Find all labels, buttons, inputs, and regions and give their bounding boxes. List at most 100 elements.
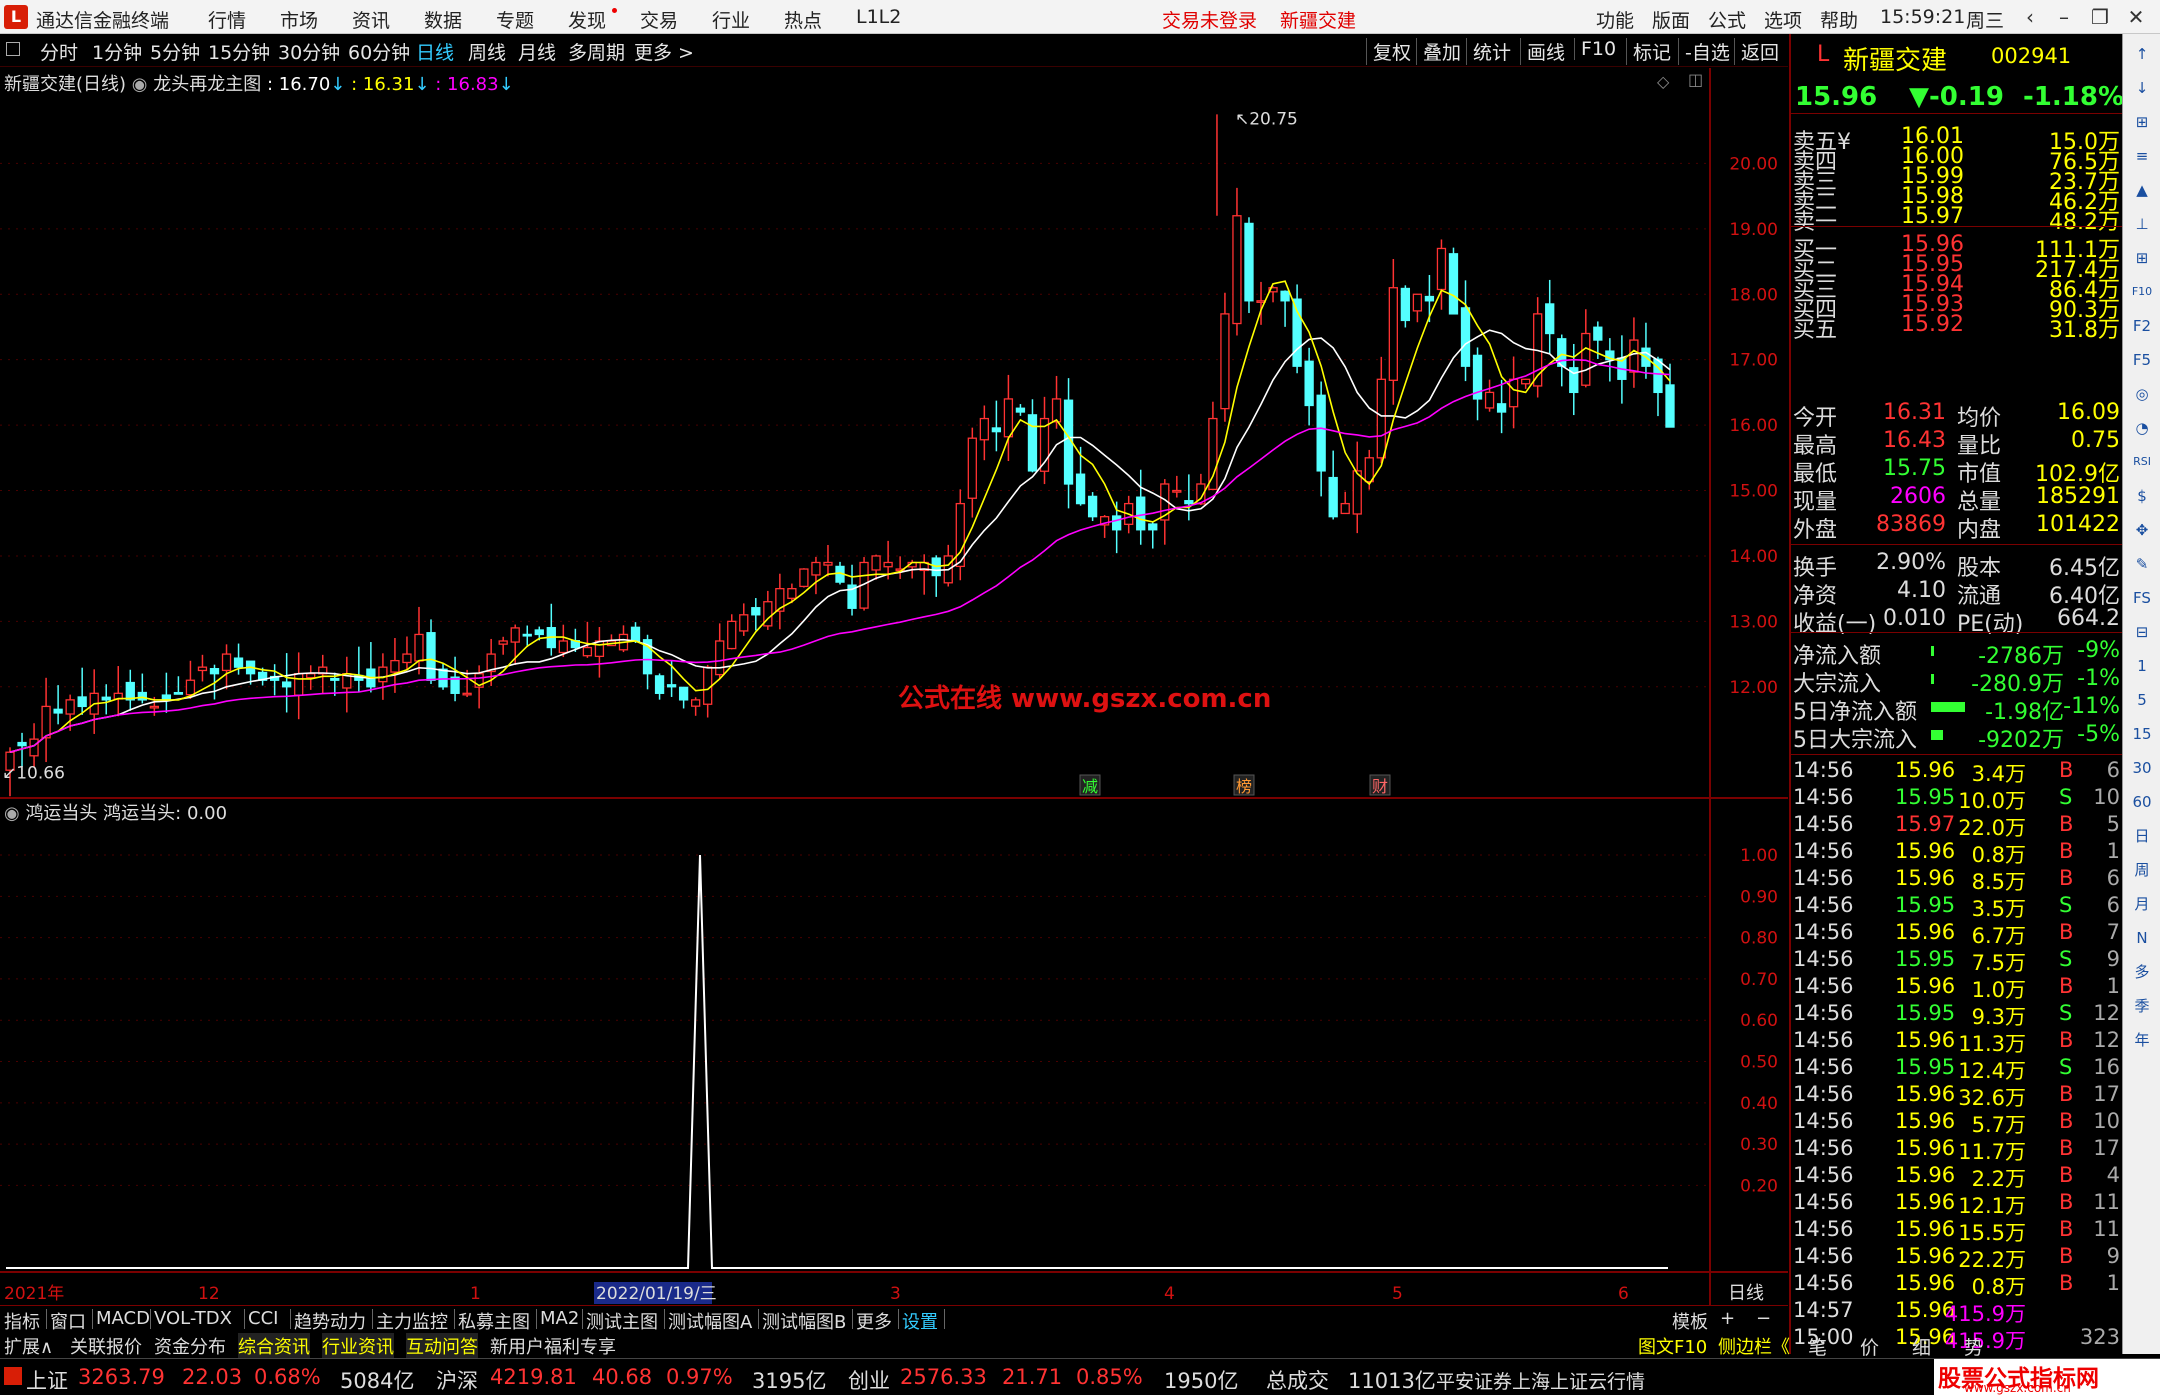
chart-up-icon[interactable]: ▲ — [2130, 178, 2154, 202]
list-icon[interactable]: ≡ — [2130, 144, 2154, 168]
f5-icon[interactable]: F5 — [2130, 348, 2154, 372]
menu-item-l1l2[interactable]: L1L2 — [856, 6, 901, 28]
menu-right-layout[interactable]: 版面 — [1652, 6, 1690, 33]
period-1-icon[interactable]: 1 — [2130, 654, 2154, 678]
dollar-icon[interactable]: $ — [2130, 484, 2154, 508]
menu-item-trade[interactable]: 交易 — [640, 6, 678, 33]
extension-tab-1[interactable]: 关联报价 — [70, 1333, 142, 1359]
trade-login-status[interactable]: 交易未登录 — [1162, 6, 1257, 33]
tick-row[interactable]: 14:56 15.96 12.1万 B 11 — [1791, 1190, 2124, 1218]
buy-level-row[interactable]: 买五 15.92 31.8万 — [1791, 312, 2124, 343]
tick-list[interactable]: 14:56 15.96 3.4万 B 6 14:56 15.95 10.0万 S 10 14:56 1… — [1791, 754, 2124, 1354]
sidebar-tab-1[interactable]: 价 — [1860, 1333, 1879, 1360]
tick-row[interactable]: 14:56 15.96 15.5万 B 11 — [1791, 1217, 2124, 1245]
tool-overlay[interactable]: 叠加 — [1416, 38, 1461, 65]
sidebar-toggle-button[interactable]: 侧边栏《 — [1718, 1333, 1790, 1359]
indicator-tab-4[interactable]: CCI — [248, 1308, 278, 1329]
period-quarter-icon[interactable]: 季 — [2130, 994, 2154, 1018]
minimize-icon[interactable]: – — [2048, 3, 2080, 31]
tool-watchlist[interactable]: -自选 — [1678, 38, 1730, 65]
chart-collapse-icon[interactable]: ◫ — [1688, 70, 1703, 89]
tick-row[interactable]: 14:56 15.95 10.0万 S 10 — [1791, 785, 2124, 813]
tick-row[interactable]: 14:56 15.96 11.7万 B 17 — [1791, 1136, 2124, 1164]
tick-row[interactable]: 14:56 15.96 6.7万 B 7 — [1791, 920, 2124, 948]
scroll-up-icon[interactable]: ↑ — [2130, 42, 2154, 66]
period-60-icon[interactable]: 60 — [2130, 790, 2154, 814]
fs-icon[interactable]: FS — [2130, 586, 2154, 610]
period-30min[interactable]: 30分钟 — [278, 38, 340, 65]
period-multi[interactable]: 多周期 — [568, 38, 625, 65]
extension-tab-5[interactable]: 互动问答 — [406, 1333, 478, 1359]
grid-icon[interactable]: ⊞ — [2130, 110, 2154, 134]
pen-icon[interactable]: ✎ — [2130, 552, 2154, 576]
tick-row[interactable]: 14:56 15.95 9.3万 S 12 — [1791, 1001, 2124, 1029]
chart-area[interactable]: 12.00 13.00 14.00 15.00 16.00 17.00 18.00 19.00… — [0, 68, 1788, 1305]
extension-tab-3[interactable]: 综合资讯 — [238, 1333, 310, 1359]
period-year-icon[interactable]: 年 — [2130, 1028, 2154, 1052]
extension-tab-2[interactable]: 资金分布 — [154, 1333, 226, 1359]
extension-tab-0[interactable]: 扩展∧ — [4, 1333, 53, 1359]
sidebar-tab-3[interactable]: 势 — [1964, 1333, 1983, 1360]
period-15-icon[interactable]: 15 — [2130, 722, 2154, 746]
period-week-icon[interactable]: 周 — [2130, 858, 2154, 882]
period-1min[interactable]: 1分钟 — [92, 38, 142, 65]
scroll-down-icon[interactable]: ↓ — [2130, 76, 2154, 100]
period-60min[interactable]: 60分钟 — [348, 38, 410, 65]
tick-row[interactable]: 15:00 15.96 415.9万 323 — [1791, 1325, 2124, 1353]
pie-icon[interactable]: ◔ — [2130, 416, 2154, 440]
indicator-toggle-icon[interactable]: ◉ — [4, 803, 25, 824]
menu-item-hot[interactable]: 热点 — [784, 6, 822, 33]
period-day-icon[interactable]: 日 — [2130, 824, 2154, 848]
sidebar-tab-2[interactable]: 细 — [1912, 1333, 1931, 1360]
period-month-icon[interactable]: 月 — [2130, 892, 2154, 916]
tool-draw[interactable]: 画线 — [1520, 38, 1565, 65]
extension-tab-6[interactable]: 新用户福利专享 — [490, 1333, 616, 1359]
menu-right-function[interactable]: 功能 — [1596, 6, 1634, 33]
tick-row[interactable]: 14:56 15.96 0.8万 B 1 — [1791, 839, 2124, 867]
tool-back[interactable]: 返回 — [1734, 38, 1779, 65]
sh-label[interactable]: 上证 — [26, 1365, 68, 1395]
add-window-button[interactable]: + — [1720, 1308, 1735, 1329]
target-icon[interactable]: ◎ — [2130, 382, 2154, 406]
event-marker-label[interactable]: 财 — [1372, 777, 1388, 796]
tick-row[interactable]: 14:56 15.96 3.4万 B 6 — [1791, 758, 2124, 786]
indicator-tab-3[interactable]: VOL-TDX — [154, 1308, 232, 1329]
tool-adjust[interactable]: 复权 — [1366, 38, 1411, 65]
period-daily[interactable]: 日线 — [416, 38, 454, 65]
tick-row[interactable]: 14:56 15.95 3.5万 S 6 — [1791, 893, 2124, 921]
tick-row[interactable]: 14:56 15.96 22.2万 B 9 — [1791, 1244, 2124, 1272]
period-5min[interactable]: 5分钟 — [150, 38, 200, 65]
hs-label[interactable]: 沪深 — [436, 1365, 478, 1395]
tick-row[interactable]: 14:56 15.96 32.6万 B 17 — [1791, 1082, 2124, 1110]
tick-row[interactable]: 14:56 15.95 7.5万 S 9 — [1791, 947, 2124, 975]
event-marker-label[interactable]: 减 — [1082, 777, 1098, 796]
period-15min[interactable]: 15分钟 — [208, 38, 270, 65]
menu-item-industry[interactable]: 行业 — [712, 6, 750, 33]
formula-toggle-icon[interactable]: ◉ — [132, 74, 153, 95]
remove-window-button[interactable]: − — [1756, 1308, 1771, 1329]
move-icon[interactable]: ✥ — [2130, 518, 2154, 542]
close-icon[interactable]: ✕ — [2120, 3, 2152, 31]
tick-row[interactable]: 14:56 15.96 1.0万 B 1 — [1791, 974, 2124, 1002]
period-5-icon[interactable]: 5 — [2130, 688, 2154, 712]
tick-row[interactable]: 14:56 15.97 22.0万 B 5 — [1791, 812, 2124, 840]
menu-item-topic[interactable]: 专题 — [496, 6, 534, 33]
f10-news-button[interactable]: 图文F10 — [1638, 1333, 1707, 1359]
tool-mark[interactable]: 标记 — [1626, 38, 1671, 65]
menu-item-data[interactable]: 数据 — [424, 6, 462, 33]
tool-stats[interactable]: 统计 — [1466, 38, 1511, 65]
kline-chart-svg[interactable]: 12.00 13.00 14.00 15.00 16.00 17.00 18.00 19.00… — [0, 68, 1788, 1305]
menu-item-quote[interactable]: 行情 — [208, 6, 246, 33]
period-n-icon[interactable]: N — [2130, 926, 2154, 950]
bar-chart-icon[interactable]: ⊥ — [2130, 212, 2154, 236]
back-icon[interactable]: ‹ — [2014, 3, 2046, 31]
panel-toggle-icon[interactable] — [6, 42, 20, 56]
f2-icon[interactable]: F2 — [2130, 314, 2154, 338]
restore-icon[interactable]: ❐ — [2084, 3, 2116, 31]
cy-label[interactable]: 创业 — [848, 1365, 890, 1395]
indicator-tab-8[interactable]: MA2 — [540, 1308, 579, 1329]
indicator-tab-2[interactable]: MACD — [96, 1308, 150, 1329]
menu-item-news[interactable]: 资讯 — [352, 6, 390, 33]
menu-right-formula[interactable]: 公式 — [1708, 6, 1746, 33]
tick-row[interactable]: 14:56 15.96 11.3万 B 12 — [1791, 1028, 2124, 1056]
